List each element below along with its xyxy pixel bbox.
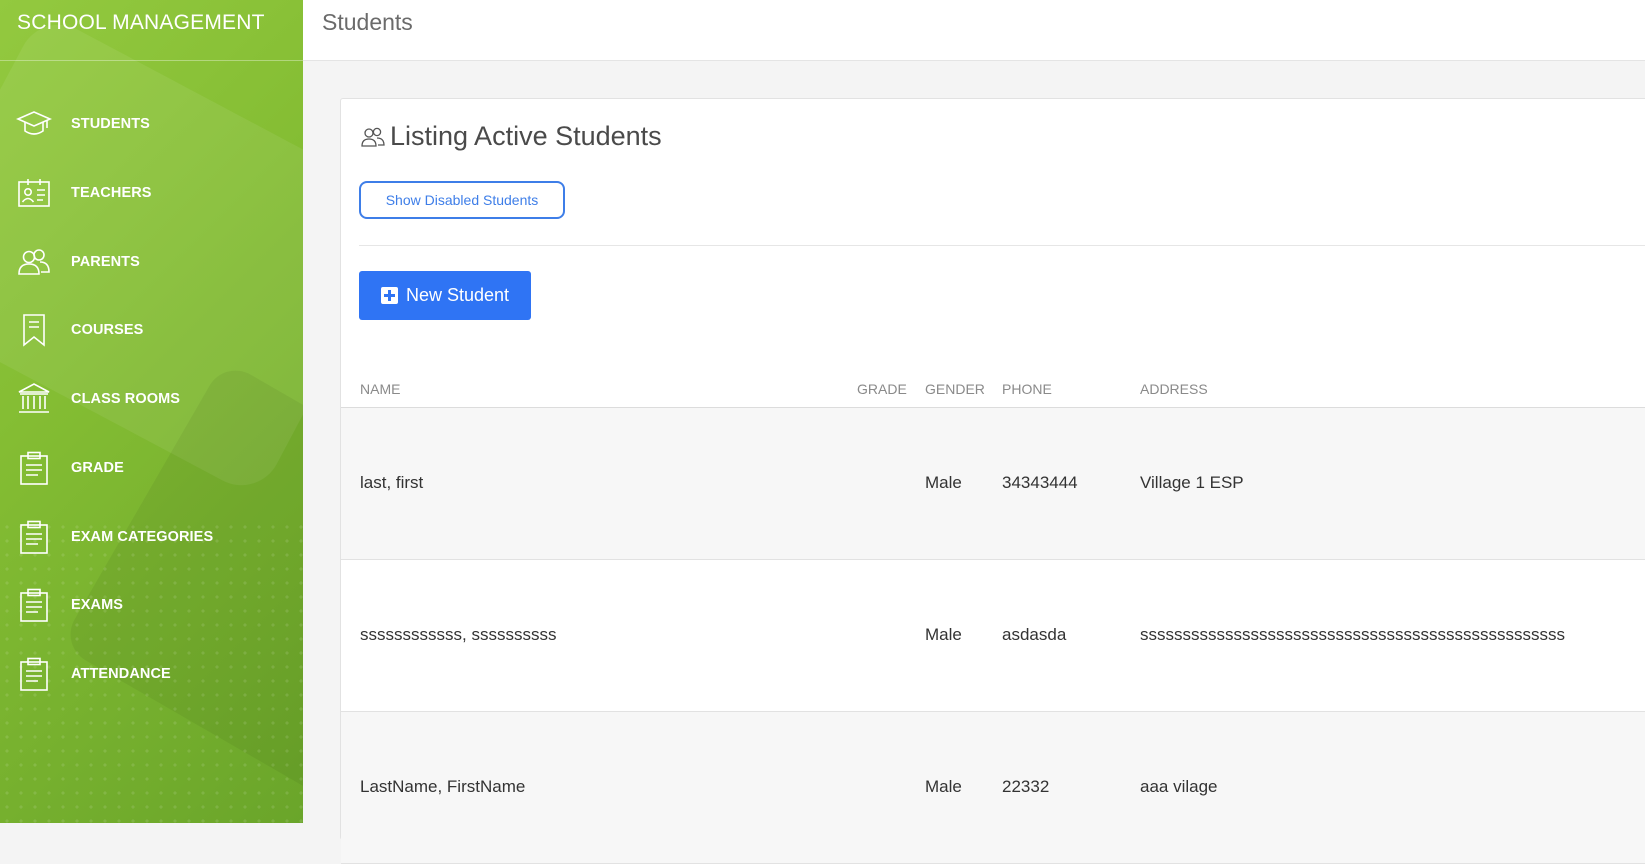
cell-gender: Male [925,473,962,492]
id-card-icon [16,175,52,211]
cell-phone: 34343444 [1002,473,1078,492]
card-title: Listing Active Students [390,121,662,151]
sidebar-item-label: COURSES [71,322,144,338]
sidebar: SCHOOL MANAGEMENT STUDENTS TEACHERS PARE… [0,0,303,823]
table-row[interactable]: LastName, FirstName Male 22332 aaa vilag… [341,712,1645,864]
page-title: Students [322,9,413,35]
clipboard-icon [16,656,52,692]
show-disabled-students-button[interactable]: Show Disabled Students [359,181,565,219]
cell-gender: Male [925,625,962,644]
card-header: Listing Active Students [360,121,662,152]
plus-square-icon [380,287,398,304]
graduation-cap-icon [16,106,52,142]
top-bar: Students [303,0,1645,61]
cell-address: aaa vilage [1140,777,1218,796]
table-header: NAME GRADE GENDER PHONE ADDRESS [341,373,1645,408]
sidebar-item-label: GRADE [71,460,124,476]
sidebar-item-students[interactable]: STUDENTS [0,99,303,149]
column-header-gender[interactable]: GENDER [925,381,985,397]
table-row[interactable]: last, first Male 34343444 Village 1 ESP [341,408,1645,560]
sidebar-item-courses[interactable]: COURSES [0,305,303,355]
sidebar-item-parents[interactable]: PARENTS [0,237,303,287]
sidebar-item-label: ATTENDANCE [71,666,171,682]
sidebar-item-teachers[interactable]: TEACHERS [0,168,303,218]
institution-icon [16,381,52,417]
clipboard-icon [16,450,52,486]
sidebar-item-label: EXAMS [71,597,124,613]
bookmark-icon [16,312,52,348]
clipboard-icon [16,519,52,555]
sidebar-item-label: STUDENTS [71,116,150,132]
sidebar-item-label: PARENTS [71,254,140,270]
cell-phone: asdasda [1002,625,1067,644]
cell-address: Village 1 ESP [1140,473,1244,492]
divider [359,245,1645,246]
users-icon [360,125,386,149]
sidebar-item-grade[interactable]: GRADE [0,443,303,493]
new-student-button[interactable]: New Student [359,271,531,320]
column-header-address[interactable]: ADDRESS [1140,381,1208,397]
students-card: Listing Active Students Show Disabled St… [340,98,1645,864]
table-row[interactable]: ssssssssssss, ssssssssss Male asdasda ss… [341,560,1645,712]
cell-phone: 22332 [1002,777,1050,796]
new-student-label: New Student [405,285,510,305]
column-header-phone[interactable]: PHONE [1002,381,1052,397]
clipboard-icon [16,587,52,623]
app-brand[interactable]: SCHOOL MANAGEMENT [0,0,303,61]
sidebar-item-exam-categories[interactable]: EXAM CATEGORIES [0,512,303,562]
column-header-grade[interactable]: GRADE [857,381,907,397]
sidebar-item-label: EXAM CATEGORIES [71,529,214,545]
sidebar-item-label: TEACHERS [71,185,152,201]
cell-name: last, first [360,473,424,492]
column-header-name[interactable]: NAME [360,381,400,397]
sidebar-item-class-rooms[interactable]: CLASS ROOMS [0,374,303,424]
cell-name: ssssssssssss, ssssssssss [360,625,557,644]
sidebar-item-attendance[interactable]: ATTENDANCE [0,649,303,699]
cell-gender: Male [925,777,962,796]
users-icon [16,244,52,280]
sidebar-item-label: CLASS ROOMS [71,391,181,407]
cell-name: LastName, FirstName [360,777,526,796]
sidebar-item-exams[interactable]: EXAMS [0,580,303,630]
cell-address: ssssssssssssssssssssssssssssssssssssssss… [1140,625,1565,644]
